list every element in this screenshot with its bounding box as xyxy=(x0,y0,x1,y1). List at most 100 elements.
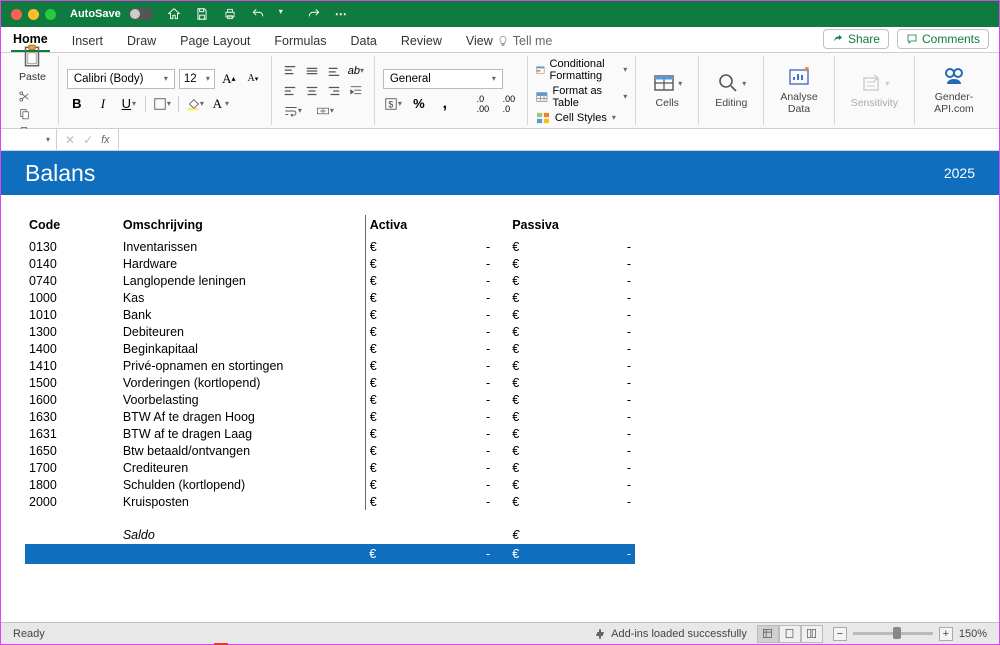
wrap-text-button[interactable]: ▾ xyxy=(280,102,306,120)
cell-desc[interactable]: Hardware xyxy=(119,255,365,272)
save-icon[interactable] xyxy=(195,7,209,21)
merge-button[interactable]: ▾ xyxy=(312,102,338,120)
tab-insert[interactable]: Insert xyxy=(70,34,105,52)
cell-activa-val[interactable]: - xyxy=(389,442,495,459)
align-bottom-button[interactable] xyxy=(324,62,344,80)
cell-activa-sym[interactable]: € xyxy=(365,442,388,459)
cell-passiva-sym[interactable]: € xyxy=(494,374,529,391)
cell-passiva-val[interactable]: - xyxy=(529,425,635,442)
percent-format-button[interactable]: % xyxy=(409,95,429,113)
decrease-font-button[interactable]: A▾ xyxy=(243,70,263,88)
cell-activa-val[interactable]: - xyxy=(389,272,495,289)
tell-me[interactable]: Tell me xyxy=(495,34,555,52)
cell-activa-val[interactable]: - xyxy=(389,493,495,510)
cell-code[interactable]: 0140 xyxy=(25,255,119,272)
cell-activa-val[interactable]: - xyxy=(389,374,495,391)
redo-icon[interactable] xyxy=(307,7,321,21)
cell-activa-sym[interactable]: € xyxy=(365,306,388,323)
conditional-formatting-button[interactable]: Conditional Formatting▾ xyxy=(536,57,627,83)
cell-activa-sym[interactable]: € xyxy=(365,357,388,374)
cell-activa-sym[interactable]: € xyxy=(365,476,388,493)
cell-activa-val[interactable]: - xyxy=(389,391,495,408)
cell-desc[interactable]: BTW Af te dragen Hoog xyxy=(119,408,365,425)
cell-code[interactable]: 1650 xyxy=(25,442,119,459)
paste-button[interactable]: Paste xyxy=(15,41,50,85)
cell-desc[interactable]: Debiteuren xyxy=(119,323,365,340)
tab-view[interactable]: View xyxy=(464,34,495,52)
home-icon[interactable] xyxy=(167,7,181,21)
cell-activa-sym[interactable]: € xyxy=(365,255,388,272)
cell-desc[interactable]: Inventarissen xyxy=(119,238,365,255)
cell-desc[interactable]: Bank xyxy=(119,306,365,323)
cell-activa-val[interactable]: - xyxy=(389,255,495,272)
cell-passiva-sym[interactable]: € xyxy=(494,340,529,357)
cell-activa-val[interactable]: - xyxy=(389,306,495,323)
fx-icon[interactable]: fx xyxy=(101,134,110,146)
tab-draw[interactable]: Draw xyxy=(125,34,158,52)
underline-button[interactable]: U▾ xyxy=(119,95,139,113)
cell-passiva-val[interactable]: - xyxy=(529,306,635,323)
cell-activa-sym[interactable]: € xyxy=(365,340,388,357)
cell-desc[interactable]: Schulden (kortlopend) xyxy=(119,476,365,493)
italic-button[interactable]: I xyxy=(93,95,113,113)
cell-passiva-sym[interactable]: € xyxy=(494,476,529,493)
cell-code[interactable]: 1400 xyxy=(25,340,119,357)
fill-color-button[interactable]: ▾ xyxy=(185,95,205,113)
font-color-button[interactable]: A▾ xyxy=(211,95,231,113)
share-button[interactable]: Share xyxy=(823,29,889,49)
close-window[interactable] xyxy=(11,9,22,20)
zoom-in-button[interactable]: + xyxy=(939,627,953,641)
cell-activa-sym[interactable]: € xyxy=(365,391,388,408)
cell-code[interactable]: 1700 xyxy=(25,459,119,476)
page-break-view-button[interactable] xyxy=(801,625,823,643)
cell-code[interactable]: 1800 xyxy=(25,476,119,493)
orientation-button[interactable]: ab▾ xyxy=(346,62,366,80)
cell-code[interactable]: 1000 xyxy=(25,289,119,306)
cell-activa-val[interactable]: - xyxy=(389,357,495,374)
cell-code[interactable]: 1600 xyxy=(25,391,119,408)
accounting-format-button[interactable]: $▾ xyxy=(383,95,403,113)
editing-button[interactable]: ▾ Editing xyxy=(707,67,755,114)
cell-passiva-sym[interactable]: € xyxy=(494,408,529,425)
normal-view-button[interactable] xyxy=(757,625,779,643)
cell-activa-sym[interactable]: € xyxy=(365,459,388,476)
print-icon[interactable] xyxy=(223,7,237,21)
cell-passiva-sym[interactable]: € xyxy=(494,238,529,255)
cell-passiva-sym[interactable]: € xyxy=(494,425,529,442)
zoom-slider[interactable] xyxy=(853,632,933,635)
cell-passiva-sym[interactable]: € xyxy=(494,306,529,323)
gender-api-button[interactable]: Gender-API.com xyxy=(923,61,985,119)
cell-code[interactable]: 1630 xyxy=(25,408,119,425)
cell-activa-sym[interactable]: € xyxy=(365,323,388,340)
cell-activa-val[interactable]: - xyxy=(389,238,495,255)
cell-activa-sym[interactable]: € xyxy=(365,425,388,442)
cell-passiva-val[interactable]: - xyxy=(529,374,635,391)
font-size-select[interactable]: 12▾ xyxy=(179,69,215,89)
cell-passiva-sym[interactable]: € xyxy=(494,272,529,289)
tab-data[interactable]: Data xyxy=(348,34,378,52)
worksheet[interactable]: Balans 2025 Code Omschrijving Activa Pas… xyxy=(1,151,999,622)
cell-styles-button[interactable]: Cell Styles▾ xyxy=(536,111,627,125)
cell-activa-val[interactable]: - xyxy=(389,323,495,340)
cell-passiva-val[interactable]: - xyxy=(529,272,635,289)
page-layout-view-button[interactable] xyxy=(779,625,801,643)
cell-passiva-sym[interactable]: € xyxy=(494,459,529,476)
cell-passiva-val[interactable]: - xyxy=(529,238,635,255)
format-as-table-button[interactable]: Format as Table▾ xyxy=(536,84,627,110)
cell-code[interactable]: 1500 xyxy=(25,374,119,391)
cell-desc[interactable]: BTW af te dragen Laag xyxy=(119,425,365,442)
increase-decimal-button[interactable]: .0.00 xyxy=(473,95,493,113)
cell-code[interactable]: 1631 xyxy=(25,425,119,442)
cell-code[interactable]: 0740 xyxy=(25,272,119,289)
cell-passiva-sym[interactable]: € xyxy=(494,289,529,306)
cell-desc[interactable]: Vorderingen (kortlopend) xyxy=(119,374,365,391)
cell-desc[interactable]: Voorbelasting xyxy=(119,391,365,408)
analyse-data-button[interactable]: AnalyseData xyxy=(772,61,825,119)
cancel-formula-icon[interactable]: ✕ xyxy=(65,133,75,147)
cell-passiva-sym[interactable]: € xyxy=(494,493,529,510)
cell-activa-sym[interactable]: € xyxy=(365,374,388,391)
cut-button[interactable] xyxy=(15,89,33,105)
cell-code[interactable]: 0130 xyxy=(25,238,119,255)
confirm-formula-icon[interactable]: ✓ xyxy=(83,133,93,147)
name-box[interactable]: ▾ xyxy=(1,129,57,150)
